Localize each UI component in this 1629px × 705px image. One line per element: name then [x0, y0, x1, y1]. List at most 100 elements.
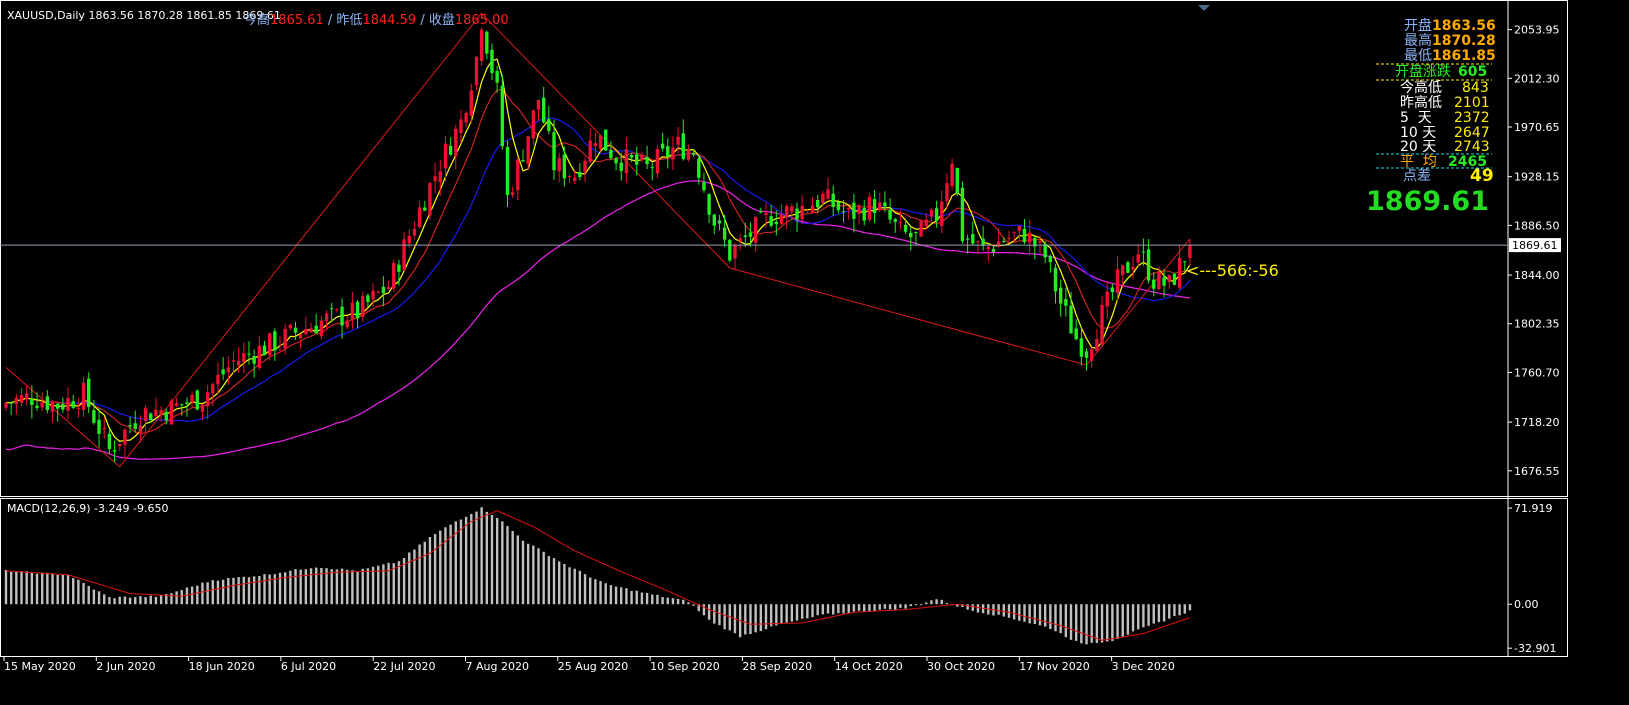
candle-body — [526, 136, 530, 164]
candle-body — [671, 147, 675, 160]
macd-bar — [599, 581, 602, 605]
candle-body — [14, 397, 19, 404]
candle-body — [635, 154, 639, 165]
macd-bar — [687, 602, 690, 605]
candle-body — [61, 404, 65, 410]
candle-body — [133, 423, 137, 429]
macd-bar — [883, 604, 887, 609]
macd-bar — [888, 604, 892, 610]
candle-body — [583, 160, 587, 172]
macd-bar — [30, 572, 34, 605]
candle-body — [309, 328, 313, 333]
macd-bar — [237, 577, 240, 605]
candle-body — [676, 136, 680, 145]
macd-bar — [894, 604, 897, 610]
macd-bar — [190, 586, 194, 605]
candle-body — [650, 167, 654, 169]
macd-bar — [46, 572, 49, 605]
zigzag-line — [5, 12, 1191, 468]
candle-body — [562, 154, 567, 179]
overlay-quote: 今高1865.61 / 昨低1844.59 / 收盘1865.00 — [244, 9, 509, 28]
macd-bar — [718, 604, 721, 626]
candle-body — [898, 222, 903, 224]
macd-bar — [935, 599, 938, 605]
macd-bar — [247, 577, 251, 605]
macd-bar — [123, 596, 127, 605]
candle-body — [686, 149, 691, 160]
macd-bar — [444, 527, 447, 605]
macd-bar — [578, 570, 582, 605]
macd-bar — [832, 604, 835, 615]
macd-bar — [263, 574, 266, 605]
macd-bar — [625, 588, 628, 605]
candle-body — [609, 149, 613, 159]
macd-bar — [1147, 604, 1150, 626]
candle-body — [1002, 240, 1006, 242]
candle-body — [407, 235, 411, 244]
macd-bar — [826, 604, 830, 614]
candle-body — [593, 143, 598, 147]
macd-bar — [1131, 604, 1135, 632]
candle-body — [1058, 287, 1063, 304]
macd-bar — [15, 571, 18, 605]
macd-bar — [775, 604, 778, 626]
candle-body — [645, 157, 649, 165]
macd-bar — [66, 574, 70, 605]
macd-bar — [1095, 604, 1099, 643]
info-open-change-label: 开盘涨跌 — [1395, 64, 1451, 80]
macd-bar — [651, 594, 654, 605]
candle-body — [909, 232, 913, 238]
macd-bar — [790, 604, 794, 622]
candle-body — [1017, 225, 1022, 232]
macd-bar — [945, 603, 949, 605]
macd-bar — [542, 551, 545, 605]
candle-body — [547, 119, 551, 131]
overlay-high-label: 今高 — [244, 13, 271, 28]
macd-bar — [847, 604, 850, 614]
candle-body — [614, 158, 618, 164]
macd-bar — [785, 604, 788, 623]
macd-bar — [1049, 604, 1052, 630]
candle-body — [717, 220, 722, 224]
macd-bar — [568, 567, 571, 605]
macd-bar — [185, 587, 189, 605]
candle-body — [691, 152, 696, 155]
macd-bar — [1152, 604, 1155, 624]
candle-body — [810, 205, 815, 213]
candle-body — [552, 132, 556, 171]
candle-body — [262, 345, 267, 356]
candle-body — [831, 193, 835, 207]
macd-bar — [470, 513, 473, 605]
candle-body — [1152, 279, 1156, 289]
candle-body — [288, 324, 293, 329]
candle-body — [624, 149, 629, 174]
macd-bar — [294, 569, 297, 605]
candle-body — [867, 196, 872, 220]
candle-body — [929, 209, 934, 217]
macd-bar — [640, 592, 644, 605]
info-spread-label: 点差 — [1403, 168, 1431, 184]
macd-bar — [594, 579, 597, 605]
candle-body — [774, 221, 779, 225]
macd-bar — [682, 599, 685, 605]
macd-bar — [227, 577, 230, 605]
price-arrow-annotation: <---566:-56 — [1186, 261, 1279, 280]
x-tick-label: 2 Jun 2020 — [96, 660, 155, 673]
macd-bar — [77, 579, 80, 605]
macd-bar — [423, 541, 426, 605]
macd-bar — [1054, 604, 1057, 632]
candle-body — [1136, 254, 1140, 263]
x-tick-label: 15 May 2020 — [4, 660, 76, 673]
macd-bar — [258, 576, 261, 605]
candle-body — [950, 163, 954, 187]
macd-bar — [159, 595, 163, 605]
candle-body — [914, 232, 918, 234]
macd-bar — [1002, 604, 1006, 617]
candle-body — [826, 189, 830, 199]
macd-bar — [351, 570, 354, 605]
macd-bar — [1111, 604, 1114, 642]
macd-bar — [149, 595, 152, 605]
macd-bar — [459, 519, 463, 605]
x-tick-label: 28 Sep 2020 — [742, 660, 812, 673]
candle-body — [500, 85, 505, 147]
